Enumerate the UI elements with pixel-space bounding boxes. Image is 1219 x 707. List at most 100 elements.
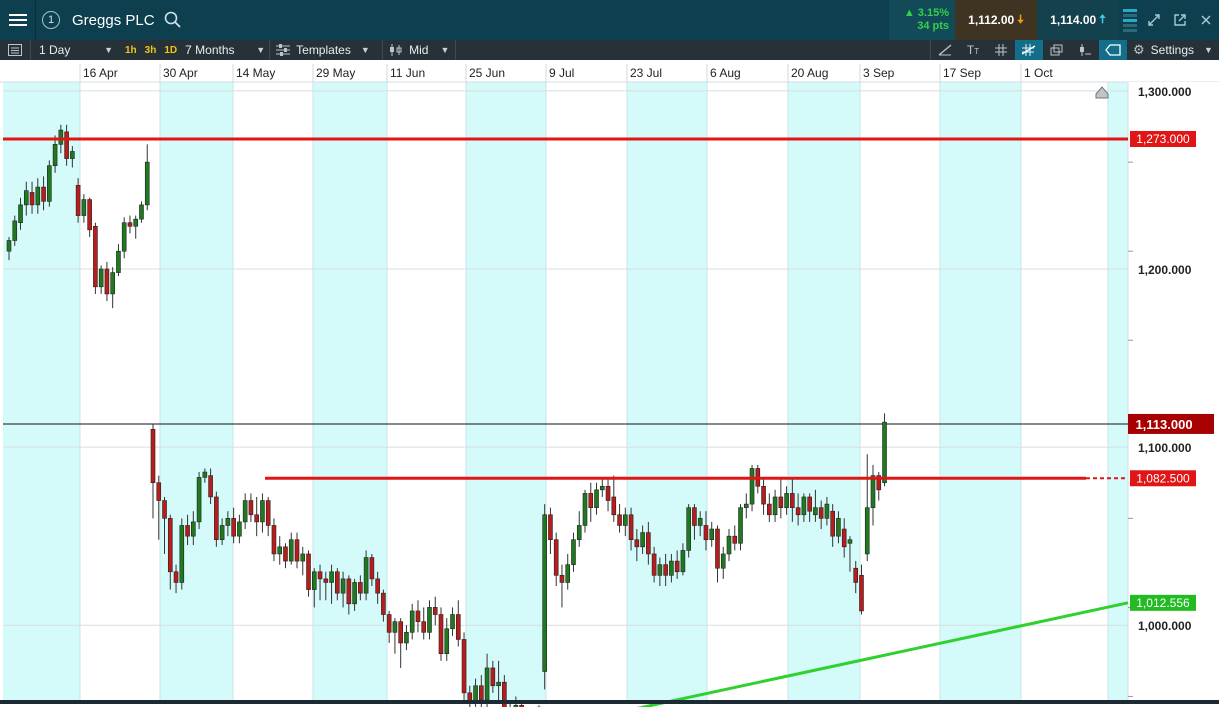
candle-down — [87, 199, 92, 231]
candle-down — [761, 485, 766, 505]
x-tick-label: 9 Jul — [549, 66, 574, 80]
candle-up — [882, 421, 887, 484]
trendline-icon — [938, 44, 952, 56]
price-type-dropdown[interactable]: Mid ▼ — [383, 40, 455, 60]
interval-dropdown[interactable]: 1 Day ▼ — [31, 40, 117, 60]
candle-down — [841, 528, 847, 548]
candle-up — [242, 500, 248, 523]
candle-down — [818, 507, 824, 519]
candle-up — [288, 539, 294, 562]
candle-down — [398, 621, 403, 644]
candle-down — [386, 614, 392, 633]
candle-down — [617, 514, 622, 526]
candle-down — [767, 503, 772, 516]
candle-up — [340, 578, 346, 594]
candle-up — [409, 610, 415, 633]
candle-up — [582, 493, 588, 526]
candle-up — [749, 468, 755, 505]
expand-button[interactable] — [1141, 0, 1167, 40]
layers-tool[interactable] — [1043, 40, 1071, 60]
caret-down-icon: ▼ — [440, 45, 450, 55]
sell-price-button[interactable]: 1,112.00 🠇 — [955, 0, 1037, 40]
candle-down — [369, 557, 375, 580]
close-button[interactable] — [1193, 0, 1219, 40]
candle-down — [93, 225, 98, 288]
candle-down — [859, 575, 864, 612]
candle-down — [588, 493, 594, 508]
candle-up — [496, 681, 501, 687]
down-arrow-icon: 🠇 — [1017, 11, 1024, 26]
price-type-value: Mid — [409, 43, 429, 57]
candle-down — [265, 500, 271, 526]
search-icon[interactable] — [163, 10, 183, 30]
period-1d[interactable]: 1D — [160, 45, 181, 56]
candle-up — [52, 144, 58, 167]
candle-down — [104, 268, 110, 295]
indicators-tool[interactable] — [1015, 40, 1043, 60]
candle-down — [41, 186, 46, 202]
x-tick-label: 6 Aug — [710, 66, 741, 80]
chart-link-button[interactable]: 1 — [36, 0, 66, 40]
period-3h[interactable]: 3h — [141, 45, 161, 56]
candle-up — [450, 614, 455, 630]
candle-up — [70, 151, 75, 159]
magnet-tool[interactable] — [1071, 40, 1099, 60]
candle-up — [669, 560, 674, 576]
candlestick-chart-svg[interactable]: 16 Apr 30 Apr 14 May 29 May 11 Jun 25 Jun 9 Ju… — [0, 60, 1219, 707]
grid-tool[interactable] — [987, 40, 1015, 60]
price-label-tool[interactable] — [1099, 40, 1127, 60]
candle-up — [23, 190, 29, 206]
date-band — [466, 82, 546, 702]
candle-up — [225, 518, 231, 526]
range-dropdown[interactable]: 7 Months ▼ — [181, 40, 269, 60]
candle-up — [260, 500, 265, 523]
templates-dropdown[interactable]: Templates ▼ — [270, 40, 382, 60]
resistance-lower-tag: 1,082.500 — [1136, 471, 1190, 485]
candle-down — [853, 567, 859, 583]
instrument-name[interactable]: Greggs PLC — [72, 12, 155, 29]
interval-value: 1 Day — [39, 43, 71, 57]
date-band — [313, 82, 387, 702]
market-depth-icon[interactable] — [1123, 0, 1137, 40]
x-tick-label: 23 Jul — [630, 66, 662, 80]
candle-down — [651, 553, 657, 576]
text-tool[interactable]: TT — [959, 40, 987, 60]
date-band — [788, 82, 860, 702]
price-chart[interactable]: 16 Apr 30 Apr 14 May 29 May 11 Jun 25 Jun 9 Ju… — [0, 60, 1219, 707]
templates-icon — [276, 44, 291, 56]
hamburger-icon — [8, 14, 27, 26]
candle-up — [47, 165, 52, 202]
candle-down — [231, 518, 236, 537]
candle-down — [185, 525, 190, 537]
buy-price-button[interactable]: 1,114.00 🠅 — [1037, 0, 1119, 40]
candle-down — [317, 571, 323, 580]
list-icon — [8, 44, 22, 56]
x-tick-label: 20 Aug — [791, 66, 828, 80]
hamburger-menu-button[interactable] — [0, 0, 36, 40]
candle-down — [548, 514, 553, 541]
price-tag-icon — [1105, 44, 1121, 56]
candle-down — [208, 475, 213, 498]
candle-down — [248, 500, 254, 516]
candle-up — [352, 582, 357, 605]
candle-down — [692, 507, 697, 526]
settings-dropdown[interactable]: ⚙ Settings ▼ — [1127, 40, 1219, 60]
candle-up — [542, 514, 547, 672]
candle-up — [121, 222, 127, 252]
candle-up — [824, 503, 830, 519]
candle-up — [202, 471, 208, 478]
candle-down — [156, 482, 162, 501]
period-1h[interactable]: 1h — [121, 45, 141, 56]
popout-button[interactable] — [1167, 0, 1193, 40]
change-percent: ▲ 3.15% — [903, 7, 949, 19]
candle-down — [490, 667, 496, 687]
candle-down — [795, 507, 801, 516]
crosshair-icon — [1080, 44, 1091, 56]
caret-down-icon: ▼ — [104, 45, 113, 55]
candle-down — [162, 500, 167, 519]
candle-down — [438, 614, 444, 654]
draw-line-tool[interactable] — [931, 40, 959, 60]
chart-list-button[interactable] — [0, 40, 30, 60]
settings-label: Settings — [1150, 43, 1195, 57]
candle-down — [214, 496, 219, 541]
